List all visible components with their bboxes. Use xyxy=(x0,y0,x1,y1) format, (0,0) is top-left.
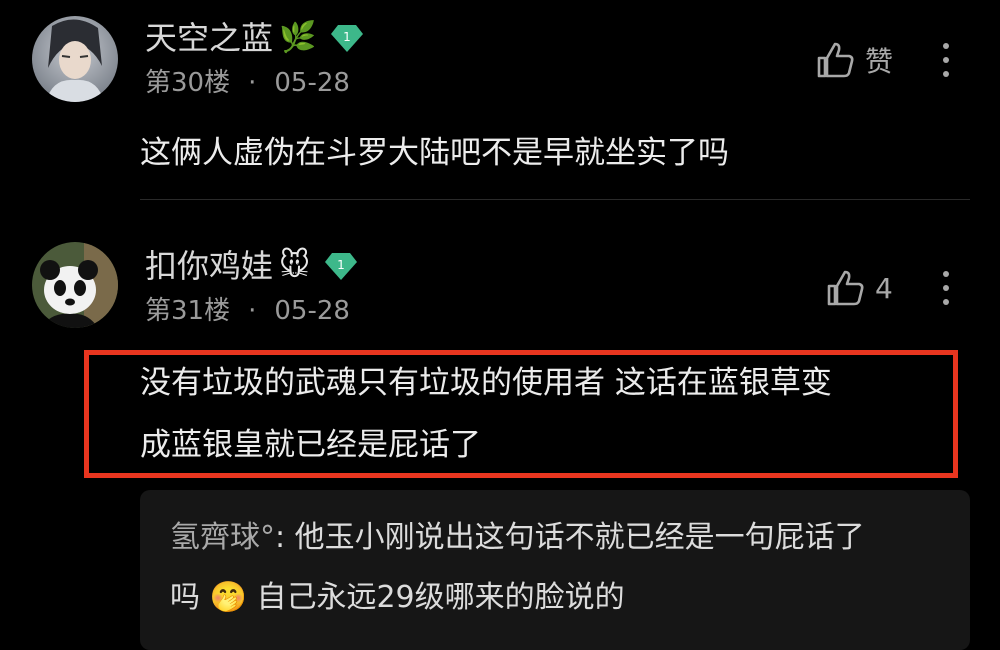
like-button[interactable]: 4 xyxy=(825,268,893,308)
reply-line: 吗 🤭 自己永远29级哪来的脸说的 xyxy=(170,568,960,628)
level-number: 1 xyxy=(337,258,345,272)
like-button[interactable]: 赞 xyxy=(815,40,893,80)
comment-date: 05-28 xyxy=(274,68,350,98)
reply-text: 自己永远29级哪来的脸说的 xyxy=(246,580,625,615)
comment-body: 这俩人虚伪在斗罗大陆吧不是早就坐实了吗 xyxy=(140,135,729,171)
reply-author[interactable]: 氢齊球° xyxy=(170,520,275,555)
more-vertical-icon[interactable] xyxy=(940,268,952,308)
highlight-box xyxy=(84,350,958,478)
reply-content: 氢齊球°: 他玉小刚说出这句话不就已经是一句屁话了 吗 🤭 自己永远29级哪来的… xyxy=(170,508,960,628)
avatar[interactable] xyxy=(32,242,118,328)
username[interactable]: 扣你鸡娃 xyxy=(145,246,273,286)
username[interactable]: 天空之蓝 xyxy=(145,18,273,58)
meta-separator: · xyxy=(248,296,257,326)
comment-meta: 第30楼 · 05-28 xyxy=(145,68,350,98)
reply-preview[interactable]: 氢齊球°: 他玉小刚说出这句话不就已经是一句屁话了 吗 🤭 自己永远29级哪来的… xyxy=(140,490,970,650)
avatar[interactable] xyxy=(32,16,118,102)
divider xyxy=(140,199,970,200)
like-label: 赞 xyxy=(865,45,894,78)
diamond-level-icon: 1 xyxy=(325,253,358,280)
avatar-image xyxy=(32,242,118,328)
covering-mouth-emoji: 🤭 xyxy=(209,580,247,615)
reply-text: 吗 xyxy=(170,580,210,615)
like-count: 4 xyxy=(875,271,893,305)
meta-separator: · xyxy=(248,68,257,98)
user-info: 扣你鸡娃 🐭 1 xyxy=(145,246,358,286)
floor-number: 第31楼 xyxy=(145,296,231,326)
user-info: 天空之蓝 🌿 1 xyxy=(145,18,364,58)
thumbs-up-icon xyxy=(827,270,864,306)
floor-number: 第30楼 xyxy=(145,68,231,98)
level-number: 1 xyxy=(344,30,352,44)
username-emoji: 🐭 xyxy=(279,248,311,283)
diamond-level-icon: 1 xyxy=(331,25,364,52)
thumbs-up-icon xyxy=(817,42,854,78)
reply-text: 他玉小刚说出这句话不就已经是一句屁话了 xyxy=(294,520,865,555)
reply-separator: : xyxy=(275,520,295,555)
reply-line: 氢齊球°: 他玉小刚说出这句话不就已经是一句屁话了 xyxy=(170,508,960,568)
comment-meta: 第31楼 · 05-28 xyxy=(145,296,350,326)
comment-date: 05-28 xyxy=(274,296,350,326)
avatar-image xyxy=(32,16,118,102)
username-emoji: 🌿 xyxy=(279,20,317,55)
more-vertical-icon[interactable] xyxy=(940,40,952,80)
